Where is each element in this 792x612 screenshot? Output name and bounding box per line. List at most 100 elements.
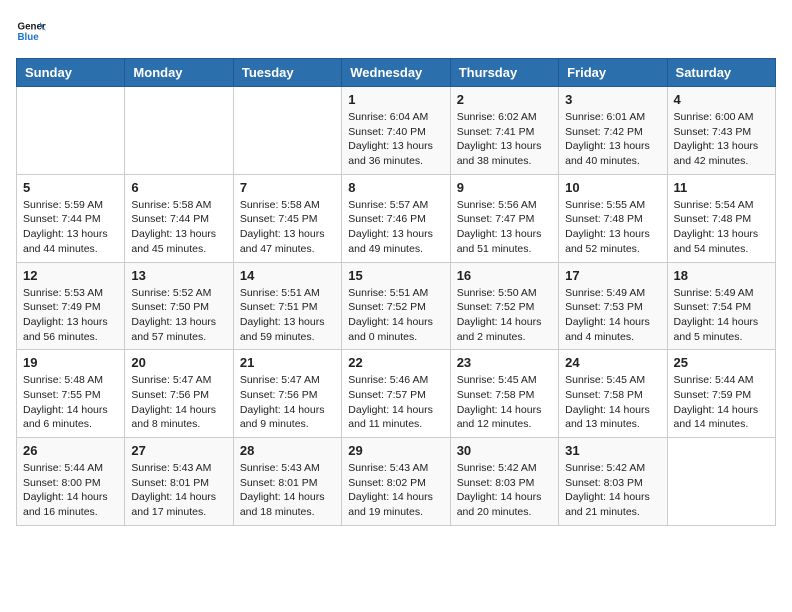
calendar-cell: 4 Sunrise: 6:00 AM Sunset: 7:43 PM Daylig… (667, 87, 775, 175)
day-info: Sunrise: 5:43 AM Sunset: 8:02 PM Dayligh… (348, 461, 443, 520)
day-info: Sunrise: 6:02 AM Sunset: 7:41 PM Dayligh… (457, 110, 552, 169)
day-number: 1 (348, 92, 443, 107)
svg-text:Blue: Blue (18, 32, 40, 43)
day-info: Sunrise: 5:47 AM Sunset: 7:56 PM Dayligh… (131, 373, 226, 432)
calendar-cell: 20 Sunrise: 5:47 AM Sunset: 7:56 PM Dayli… (125, 350, 233, 438)
day-info: Sunrise: 5:56 AM Sunset: 7:47 PM Dayligh… (457, 198, 552, 257)
day-info: Sunrise: 5:58 AM Sunset: 7:45 PM Dayligh… (240, 198, 335, 257)
calendar-cell: 15Sunrise: 5:51 AM Sunset: 7:52 PM Dayli… (342, 262, 450, 350)
calendar-cell: 11Sunrise: 5:54 AM Sunset: 7:48 PM Dayli… (667, 174, 775, 262)
calendar-cell: 22 Sunrise: 5:46 AM Sunset: 7:57 PM Dayli… (342, 350, 450, 438)
col-header-sunday: Sunday (17, 59, 125, 87)
calendar-cell: 1Sunrise: 6:04 AM Sunset: 7:40 PM Daylig… (342, 87, 450, 175)
day-number: 17 (565, 268, 660, 283)
calendar-cell (667, 438, 775, 526)
day-number: 21 (240, 355, 335, 370)
calendar-week-row: 1Sunrise: 6:04 AM Sunset: 7:40 PM Daylig… (17, 87, 776, 175)
day-number: 4 (674, 92, 769, 107)
calendar-cell: 6Sunrise: 5:58 AM Sunset: 7:44 PM Daylig… (125, 174, 233, 262)
day-number: 9 (457, 180, 552, 195)
day-info: Sunrise: 5:53 AM Sunset: 7:49 PM Dayligh… (23, 286, 118, 345)
calendar-cell: 19 Sunrise: 5:48 AM Sunset: 7:55 PM Dayli… (17, 350, 125, 438)
day-number: 10 (565, 180, 660, 195)
calendar-cell: 9 Sunrise: 5:56 AM Sunset: 7:47 PM Daylig… (450, 174, 558, 262)
calendar-cell: 8Sunrise: 5:57 AM Sunset: 7:46 PM Daylig… (342, 174, 450, 262)
calendar-cell: 27 Sunrise: 5:43 AM Sunset: 8:01 PM Dayli… (125, 438, 233, 526)
calendar-cell: 3 Sunrise: 6:01 AM Sunset: 7:42 PM Daylig… (559, 87, 667, 175)
day-info: Sunrise: 5:42 AM Sunset: 8:03 PM Dayligh… (457, 461, 552, 520)
day-number: 8 (348, 180, 443, 195)
day-info: Sunrise: 5:47 AM Sunset: 7:56 PM Dayligh… (240, 373, 335, 432)
day-info: Sunrise: 5:49 AM Sunset: 7:53 PM Dayligh… (565, 286, 660, 345)
calendar-table: SundayMondayTuesdayWednesdayThursdayFrid… (16, 58, 776, 526)
day-info: Sunrise: 5:51 AM Sunset: 7:51 PM Dayligh… (240, 286, 335, 345)
calendar-cell: 24 Sunrise: 5:45 AM Sunset: 7:58 PM Dayli… (559, 350, 667, 438)
col-header-saturday: Saturday (667, 59, 775, 87)
day-number: 20 (131, 355, 226, 370)
calendar-cell: 30Sunrise: 5:42 AM Sunset: 8:03 PM Dayli… (450, 438, 558, 526)
col-header-wednesday: Wednesday (342, 59, 450, 87)
day-number: 16 (457, 268, 552, 283)
day-number: 7 (240, 180, 335, 195)
day-info: Sunrise: 6:00 AM Sunset: 7:43 PM Dayligh… (674, 110, 769, 169)
day-info: Sunrise: 5:42 AM Sunset: 8:03 PM Dayligh… (565, 461, 660, 520)
calendar-cell: 25 Sunrise: 5:44 AM Sunset: 7:59 PM Dayli… (667, 350, 775, 438)
day-info: Sunrise: 5:43 AM Sunset: 8:01 PM Dayligh… (240, 461, 335, 520)
day-info: Sunrise: 5:44 AM Sunset: 8:00 PM Dayligh… (23, 461, 118, 520)
calendar-header-row: SundayMondayTuesdayWednesdayThursdayFrid… (17, 59, 776, 87)
calendar-cell (125, 87, 233, 175)
day-info: Sunrise: 6:01 AM Sunset: 7:42 PM Dayligh… (565, 110, 660, 169)
calendar-cell: 29 Sunrise: 5:43 AM Sunset: 8:02 PM Dayli… (342, 438, 450, 526)
day-info: Sunrise: 5:46 AM Sunset: 7:57 PM Dayligh… (348, 373, 443, 432)
day-number: 29 (348, 443, 443, 458)
day-info: Sunrise: 5:59 AM Sunset: 7:44 PM Dayligh… (23, 198, 118, 257)
day-number: 24 (565, 355, 660, 370)
day-info: Sunrise: 5:54 AM Sunset: 7:48 PM Dayligh… (674, 198, 769, 257)
day-number: 6 (131, 180, 226, 195)
day-info: Sunrise: 5:44 AM Sunset: 7:59 PM Dayligh… (674, 373, 769, 432)
day-number: 12 (23, 268, 118, 283)
day-number: 31 (565, 443, 660, 458)
day-number: 18 (674, 268, 769, 283)
day-info: Sunrise: 5:52 AM Sunset: 7:50 PM Dayligh… (131, 286, 226, 345)
day-info: Sunrise: 5:48 AM Sunset: 7:55 PM Dayligh… (23, 373, 118, 432)
calendar-week-row: 19 Sunrise: 5:48 AM Sunset: 7:55 PM Dayli… (17, 350, 776, 438)
day-number: 19 (23, 355, 118, 370)
calendar-cell: 16 Sunrise: 5:50 AM Sunset: 7:52 PM Dayli… (450, 262, 558, 350)
calendar-week-row: 5Sunrise: 5:59 AM Sunset: 7:44 PM Daylig… (17, 174, 776, 262)
day-number: 14 (240, 268, 335, 283)
day-number: 27 (131, 443, 226, 458)
day-info: Sunrise: 5:45 AM Sunset: 7:58 PM Dayligh… (565, 373, 660, 432)
calendar-cell: 14 Sunrise: 5:51 AM Sunset: 7:51 PM Dayli… (233, 262, 341, 350)
col-header-friday: Friday (559, 59, 667, 87)
calendar-cell: 5Sunrise: 5:59 AM Sunset: 7:44 PM Daylig… (17, 174, 125, 262)
calendar-week-row: 12 Sunrise: 5:53 AM Sunset: 7:49 PM Dayli… (17, 262, 776, 350)
day-number: 22 (348, 355, 443, 370)
day-number: 2 (457, 92, 552, 107)
day-number: 26 (23, 443, 118, 458)
logo-icon: General Blue (16, 16, 46, 46)
day-info: Sunrise: 5:50 AM Sunset: 7:52 PM Dayligh… (457, 286, 552, 345)
col-header-tuesday: Tuesday (233, 59, 341, 87)
calendar-cell (233, 87, 341, 175)
calendar-cell: 21 Sunrise: 5:47 AM Sunset: 7:56 PM Dayli… (233, 350, 341, 438)
calendar-cell: 13 Sunrise: 5:52 AM Sunset: 7:50 PM Dayli… (125, 262, 233, 350)
calendar-cell: 28 Sunrise: 5:43 AM Sunset: 8:01 PM Dayli… (233, 438, 341, 526)
col-header-monday: Monday (125, 59, 233, 87)
day-info: Sunrise: 5:45 AM Sunset: 7:58 PM Dayligh… (457, 373, 552, 432)
day-number: 25 (674, 355, 769, 370)
calendar-cell: 18 Sunrise: 5:49 AM Sunset: 7:54 PM Dayli… (667, 262, 775, 350)
calendar-cell: 12 Sunrise: 5:53 AM Sunset: 7:49 PM Dayli… (17, 262, 125, 350)
calendar-cell: 17 Sunrise: 5:49 AM Sunset: 7:53 PM Dayli… (559, 262, 667, 350)
day-number: 28 (240, 443, 335, 458)
calendar-cell: 23Sunrise: 5:45 AM Sunset: 7:58 PM Dayli… (450, 350, 558, 438)
day-info: Sunrise: 5:55 AM Sunset: 7:48 PM Dayligh… (565, 198, 660, 257)
day-number: 13 (131, 268, 226, 283)
day-number: 3 (565, 92, 660, 107)
day-info: Sunrise: 5:49 AM Sunset: 7:54 PM Dayligh… (674, 286, 769, 345)
calendar-cell: 10 Sunrise: 5:55 AM Sunset: 7:48 PM Dayli… (559, 174, 667, 262)
day-info: Sunrise: 5:51 AM Sunset: 7:52 PM Dayligh… (348, 286, 443, 345)
calendar-cell (17, 87, 125, 175)
calendar-cell: 2 Sunrise: 6:02 AM Sunset: 7:41 PM Daylig… (450, 87, 558, 175)
day-info: Sunrise: 5:43 AM Sunset: 8:01 PM Dayligh… (131, 461, 226, 520)
